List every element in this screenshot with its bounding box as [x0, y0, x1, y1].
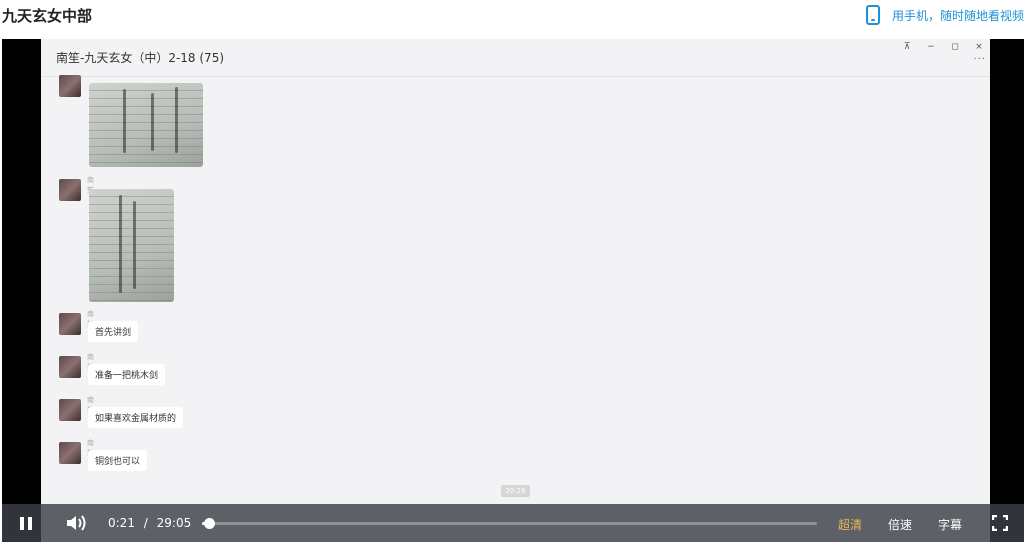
message-bubble: 铜剑也可以	[88, 450, 148, 471]
avatar	[59, 75, 81, 97]
progress-thumb[interactable]	[204, 518, 216, 529]
time-display: 0:21 / 29:05	[108, 516, 191, 530]
chat-image	[89, 189, 174, 302]
close-icon: ×	[975, 42, 983, 52]
chat-timestamp: 20:28	[501, 485, 530, 497]
pin-icon: ⊼	[903, 42, 911, 52]
chat-titlebar: 南笙-九天玄女（中）2-18 (75) ⊼ − ◻ × ···	[41, 39, 990, 77]
page-title: 九天玄女中部	[2, 7, 93, 25]
watch-on-mobile-link[interactable]: 用手机，随时随地看视频	[865, 4, 1024, 26]
player-controls: 0:21 / 29:05 超清 倍速 字幕	[2, 504, 1024, 542]
phone-icon	[865, 5, 880, 25]
window-controls: ⊼ − ◻ ×	[902, 42, 984, 52]
quality-button[interactable]: 超清	[838, 516, 862, 533]
avatar	[59, 313, 81, 335]
fullscreen-icon[interactable]	[990, 504, 1010, 542]
progress-bar[interactable]	[202, 518, 817, 529]
maximize-icon: ◻	[951, 42, 959, 52]
avatar	[59, 399, 81, 421]
volume-icon[interactable]	[64, 504, 88, 542]
page-header: 九天玄女中部 用手机，随时随地看视频	[0, 0, 1024, 36]
speed-button[interactable]: 倍速	[888, 516, 912, 533]
avatar	[59, 179, 81, 201]
more-icon: ···	[973, 54, 986, 65]
watch-on-mobile-label: 用手机，随时随地看视频	[891, 8, 1024, 23]
message-bubble: 如果喜欢金属材质的	[88, 407, 184, 428]
video-player[interactable]: 南笙-九天玄女（中）2-18 (75) ⊼ − ◻ × ··· 南笙	[2, 39, 1024, 542]
message-bubble: 准备一把桃木剑	[88, 364, 166, 385]
chat-title: 南笙-九天玄女（中）2-18 (75)	[56, 51, 225, 65]
avatar	[59, 356, 81, 378]
message-bubble: 首先讲剑	[88, 321, 139, 342]
time-separator: /	[143, 516, 148, 530]
pause-icon[interactable]	[16, 504, 36, 542]
video-frame: 南笙-九天玄女（中）2-18 (75) ⊼ − ◻ × ··· 南笙	[41, 39, 990, 542]
chat-image	[89, 83, 203, 167]
avatar	[59, 442, 81, 464]
subtitle-button[interactable]: 字幕	[938, 516, 962, 533]
duration: 29:05	[156, 516, 192, 530]
current-time: 0:21	[108, 516, 135, 530]
minimize-icon: −	[927, 42, 935, 52]
